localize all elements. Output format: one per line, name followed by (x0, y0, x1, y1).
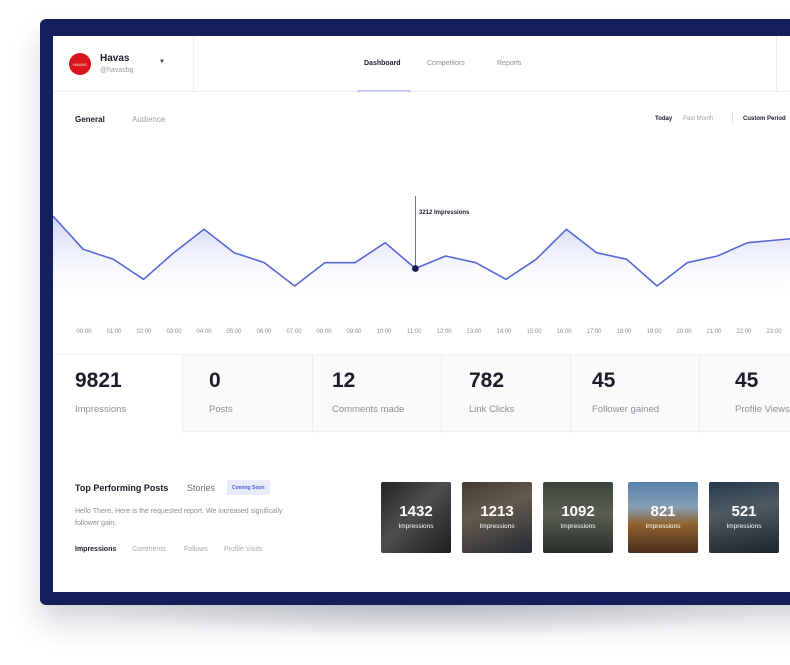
stat-comments-made[interactable]: 12 Comments made (313, 355, 442, 433)
stat-link-clicks[interactable]: 782 Link Clicks (442, 355, 571, 433)
post-card[interactable]: 521 Impressions (709, 482, 779, 553)
post-card[interactable]: 1432 Impressions (381, 482, 451, 553)
x-tick-label: 09:00 (346, 329, 362, 335)
x-tick-label: 08:00 (316, 329, 332, 335)
post-card[interactable]: 1092 Impressions (543, 482, 613, 553)
stat-profile-views[interactable]: 45 Profile Views (700, 355, 790, 433)
nav-competitors[interactable]: Competitors (427, 60, 465, 67)
post-label: Impressions (479, 523, 515, 530)
x-tick-label: 14:00 (496, 329, 512, 335)
report-description: Hello There, Here is the requested repor… (75, 508, 283, 527)
x-tick-label: 20:00 (676, 329, 692, 335)
range-divider (732, 112, 733, 124)
stat-label: Follower gained (592, 404, 660, 415)
post-value: 521 (731, 503, 757, 520)
stat-label: Comments made (332, 404, 405, 415)
x-tick-label: 12:00 (436, 329, 452, 335)
stat-value: 45 (592, 369, 616, 392)
x-tick-label: 21:00 (706, 329, 722, 335)
impressions-line-chart (53, 196, 790, 306)
device-frame: HAVAS Havas @havasbg ▼ Dashboard Competi… (40, 19, 790, 605)
stat-value: 0 (209, 369, 221, 392)
x-tick-label: 15:00 (526, 329, 542, 335)
stat-impressions[interactable]: 9821 Impressions (53, 355, 183, 433)
x-tick-label: 11:00 (406, 329, 422, 335)
range-custom-period[interactable]: Custom Period (743, 116, 786, 122)
x-tick-label: 10:00 (376, 329, 392, 335)
x-tick-label: 07:00 (286, 329, 302, 335)
post-label: Impressions (398, 523, 434, 530)
stat-label: Impressions (75, 404, 127, 415)
stat-value: 12 (332, 369, 356, 392)
header-divider (776, 36, 777, 92)
post-value: 1092 (561, 503, 595, 520)
avatar: HAVAS (69, 53, 91, 75)
account-name: Havas (100, 53, 130, 64)
x-tick-label: 13:00 (466, 329, 482, 335)
stat-value: 45 (735, 369, 759, 392)
post-value: 1432 (399, 503, 433, 520)
x-tick-label: 00:00 (76, 329, 92, 335)
x-tick-label: 04:00 (196, 329, 212, 335)
nav-dashboard[interactable]: Dashboard (364, 60, 401, 67)
x-tick-label: 06:00 (256, 329, 272, 335)
stat-label: Profile Views (735, 404, 790, 415)
tab-general[interactable]: General (75, 115, 105, 124)
stat-posts[interactable]: 0 Posts (183, 355, 313, 433)
account-switcher[interactable]: HAVAS Havas @havasbg ▼ (53, 36, 194, 92)
range-today[interactable]: Today (655, 116, 672, 122)
filter-follows[interactable]: Follows (184, 546, 208, 553)
top-posts-title: Top Performing Posts (75, 483, 169, 493)
stat-follower-gained[interactable]: 45 Follower gained (571, 355, 700, 433)
x-tick-label: 17:00 (586, 329, 602, 335)
tab-audience[interactable]: Audience (132, 115, 165, 124)
chevron-down-icon[interactable]: ▼ (159, 59, 165, 65)
post-value: 1213 (480, 503, 514, 520)
x-tick-label: 05:00 (226, 329, 242, 335)
x-tick-label: 02:00 (136, 329, 152, 335)
x-tick-label: 22:00 (736, 329, 752, 335)
post-card[interactable]: 1213 Impressions (462, 482, 532, 553)
x-tick-label: 18:00 (616, 329, 632, 335)
nav-reports[interactable]: Reports (497, 60, 522, 67)
x-tick-label: 01:00 (106, 329, 122, 335)
range-past-month[interactable]: Past Month (683, 116, 713, 122)
x-tick-label: 19:00 (646, 329, 662, 335)
filter-impressions[interactable]: Impressions (75, 546, 116, 553)
post-value: 821 (650, 503, 676, 520)
nav-active-indicator (357, 90, 411, 92)
post-card[interactable]: 821 Impressions (628, 482, 698, 553)
chart-tooltip: 3212 Impressions (419, 210, 470, 216)
stat-label: Link Clicks (469, 404, 515, 415)
post-label: Impressions (645, 523, 681, 530)
dashboard-screen: HAVAS Havas @havasbg ▼ Dashboard Competi… (53, 36, 790, 592)
x-tick-label: 03:00 (166, 329, 182, 335)
x-tick-label: 23:00 (766, 329, 782, 335)
top-header: HAVAS Havas @havasbg ▼ Dashboard Competi… (53, 36, 790, 92)
stories-tab[interactable]: Stories (187, 483, 215, 493)
coming-soon-badge: Coming Soon (227, 480, 270, 495)
stats-row: 9821 Impressions 0 Posts 12 Comments mad… (53, 354, 790, 433)
highlighted-point (412, 265, 419, 272)
filter-profile-visits[interactable]: Profile Visits (224, 546, 262, 553)
stat-label: Posts (209, 404, 233, 415)
post-label: Impressions (726, 523, 762, 530)
stat-value: 782 (469, 369, 505, 392)
stat-value: 9821 (75, 369, 122, 392)
post-label: Impressions (560, 523, 596, 530)
account-handle: @havasbg (100, 67, 134, 74)
filter-comments[interactable]: Comments (132, 546, 166, 553)
x-tick-label: 16:00 (556, 329, 572, 335)
